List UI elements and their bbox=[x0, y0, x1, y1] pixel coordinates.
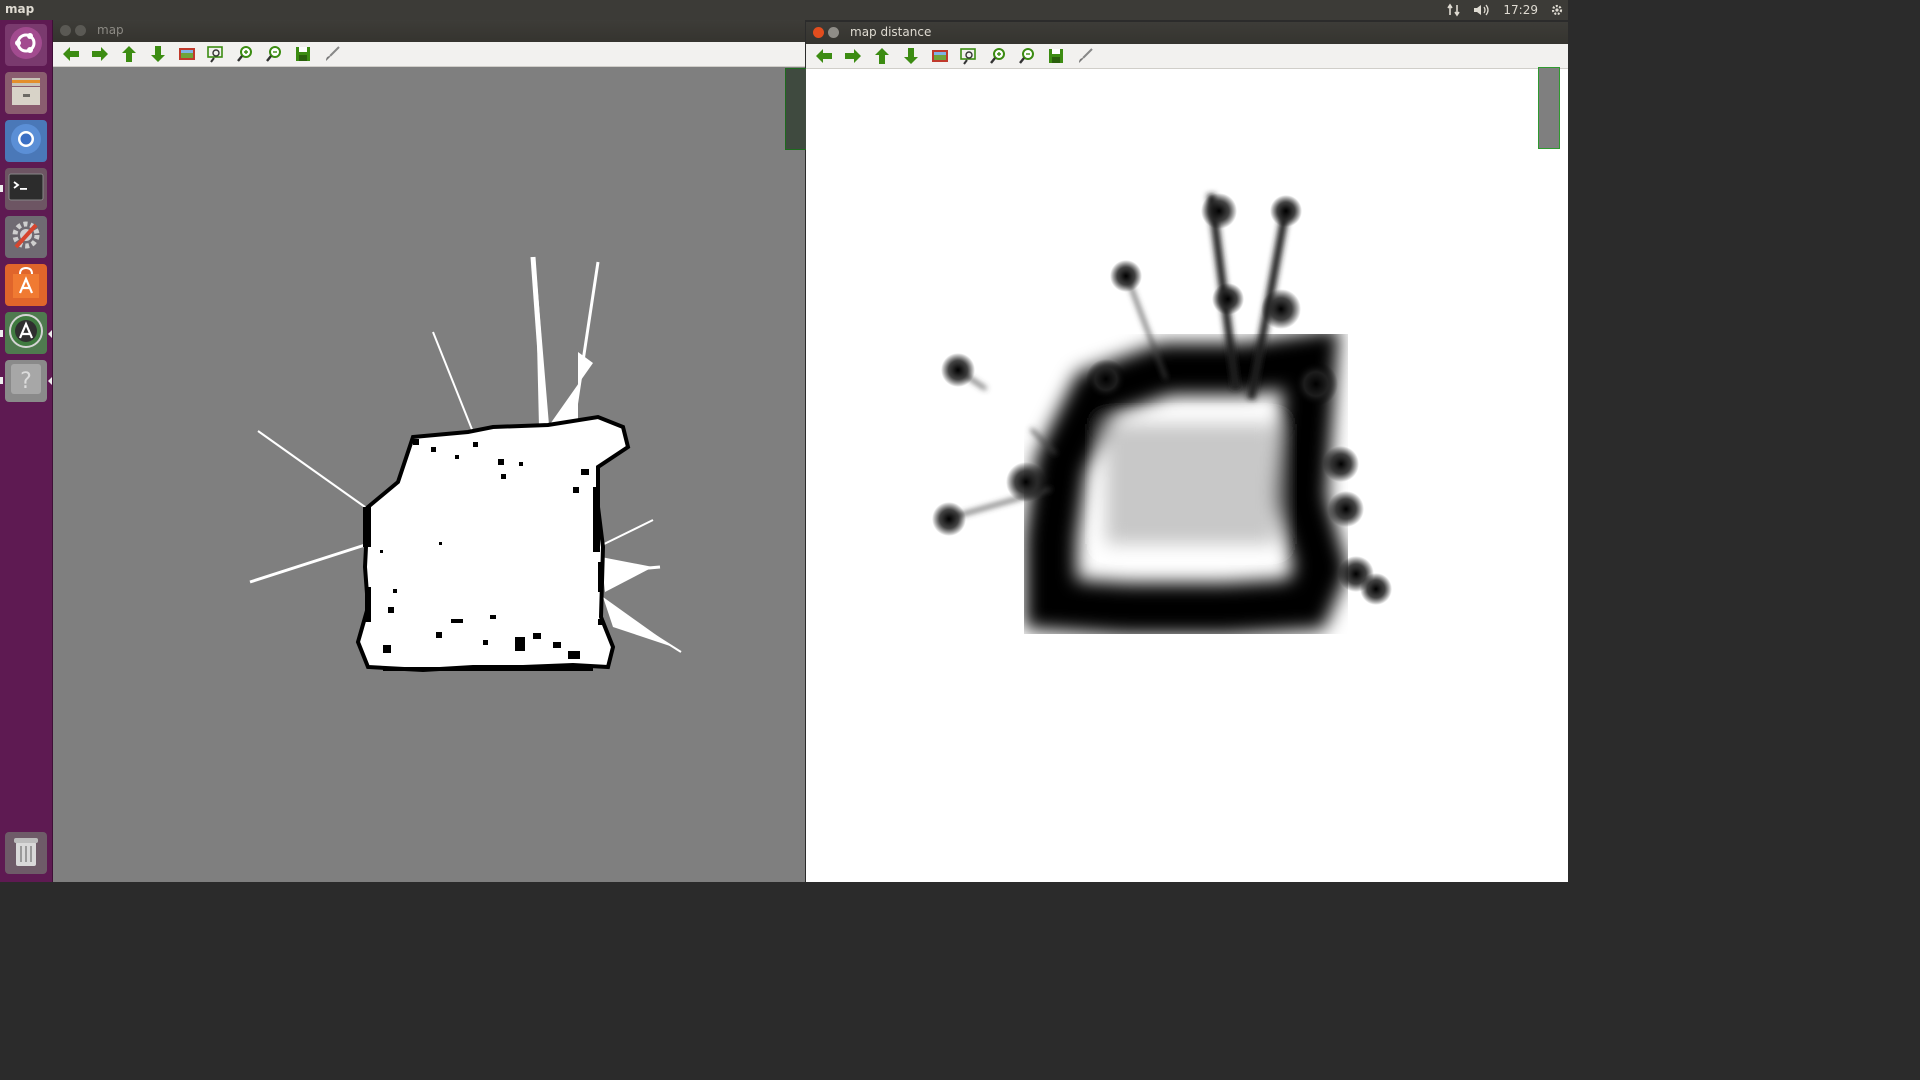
map-canvas[interactable] bbox=[53, 67, 805, 882]
help-question-icon: ? bbox=[9, 362, 43, 400]
arrow-down-icon[interactable] bbox=[899, 45, 923, 67]
map-distance-titlebar[interactable]: map distance bbox=[806, 22, 1568, 44]
zoom-out-icon[interactable] bbox=[262, 43, 286, 65]
system-tray: 17:29 bbox=[1447, 0, 1564, 20]
scroll-handle[interactable] bbox=[785, 68, 807, 150]
brush-icon[interactable] bbox=[1073, 45, 1097, 67]
top-panel: map 17:29 bbox=[0, 0, 1568, 20]
arrow-left-icon[interactable] bbox=[59, 43, 83, 65]
window-title: map distance bbox=[850, 25, 932, 39]
brush-icon[interactable] bbox=[320, 43, 344, 65]
volume-icon[interactable] bbox=[1473, 3, 1491, 17]
launcher-running-indicator bbox=[0, 377, 3, 384]
arrow-right-icon[interactable] bbox=[88, 43, 112, 65]
launcher-chromium-button[interactable] bbox=[5, 120, 47, 162]
launcher-trash-button[interactable] bbox=[5, 832, 47, 874]
chromium-icon bbox=[9, 122, 43, 160]
arrow-left-icon[interactable] bbox=[812, 45, 836, 67]
distance-field-image bbox=[932, 193, 1392, 635]
file-cabinet-icon bbox=[9, 74, 43, 112]
launcher: ? bbox=[0, 20, 53, 882]
launcher-updater-button[interactable] bbox=[5, 312, 47, 354]
distance-field-walls bbox=[1025, 328, 1349, 635]
map-titlebar[interactable]: map bbox=[53, 20, 805, 42]
clock[interactable]: 17:29 bbox=[1503, 3, 1538, 17]
zoom-in-icon[interactable] bbox=[233, 43, 257, 65]
zoom-in-icon[interactable] bbox=[986, 45, 1010, 67]
settings-wrench-icon bbox=[8, 217, 44, 257]
arrow-right-icon[interactable] bbox=[841, 45, 865, 67]
ubuntu-logo-icon bbox=[9, 26, 43, 64]
active-app-title: map bbox=[5, 2, 35, 16]
launcher-running-indicator bbox=[0, 330, 3, 337]
launcher-focus-indicator bbox=[48, 330, 52, 338]
map-distance-toolbar bbox=[806, 44, 1568, 69]
launcher-files-button[interactable] bbox=[5, 72, 47, 114]
scroll-handle[interactable] bbox=[1538, 67, 1560, 149]
map-toolbar bbox=[53, 42, 805, 67]
launcher-software-button[interactable] bbox=[5, 264, 47, 306]
zoom-out-icon[interactable] bbox=[1015, 45, 1039, 67]
close-button[interactable] bbox=[60, 25, 71, 36]
launcher-focus-indicator bbox=[48, 377, 52, 385]
map-distance-window: map distance bbox=[806, 22, 1568, 882]
zoom-fit-icon[interactable] bbox=[957, 45, 981, 67]
network-icon[interactable] bbox=[1447, 3, 1461, 17]
terminal-icon bbox=[8, 172, 44, 206]
arrow-up-icon[interactable] bbox=[870, 45, 894, 67]
distance-canvas[interactable] bbox=[806, 69, 1568, 882]
occupancy-grid-image bbox=[249, 256, 682, 673]
close-button[interactable] bbox=[813, 27, 824, 38]
arrow-up-icon[interactable] bbox=[117, 43, 141, 65]
software-updater-icon bbox=[8, 313, 44, 353]
save-icon[interactable] bbox=[1044, 45, 1068, 67]
arrow-down-icon[interactable] bbox=[146, 43, 170, 65]
save-icon[interactable] bbox=[291, 43, 315, 65]
launcher-settings-button[interactable] bbox=[5, 216, 47, 258]
zoom-fit-icon[interactable] bbox=[204, 43, 228, 65]
launcher-running-indicator bbox=[0, 185, 3, 192]
shopping-bag-icon bbox=[9, 266, 43, 304]
image-icon[interactable] bbox=[928, 45, 952, 67]
launcher-dash-button[interactable] bbox=[5, 24, 47, 66]
map-window: map bbox=[53, 20, 807, 882]
image-icon[interactable] bbox=[175, 43, 199, 65]
minimize-button[interactable] bbox=[828, 27, 839, 38]
minimize-button[interactable] bbox=[75, 25, 86, 36]
launcher-terminal-button[interactable] bbox=[5, 168, 47, 210]
trash-icon bbox=[10, 834, 42, 872]
window-title: map bbox=[97, 23, 124, 37]
launcher-help-button[interactable]: ? bbox=[5, 360, 47, 402]
gear-icon[interactable] bbox=[1550, 3, 1564, 17]
svg-text:?: ? bbox=[20, 369, 32, 394]
